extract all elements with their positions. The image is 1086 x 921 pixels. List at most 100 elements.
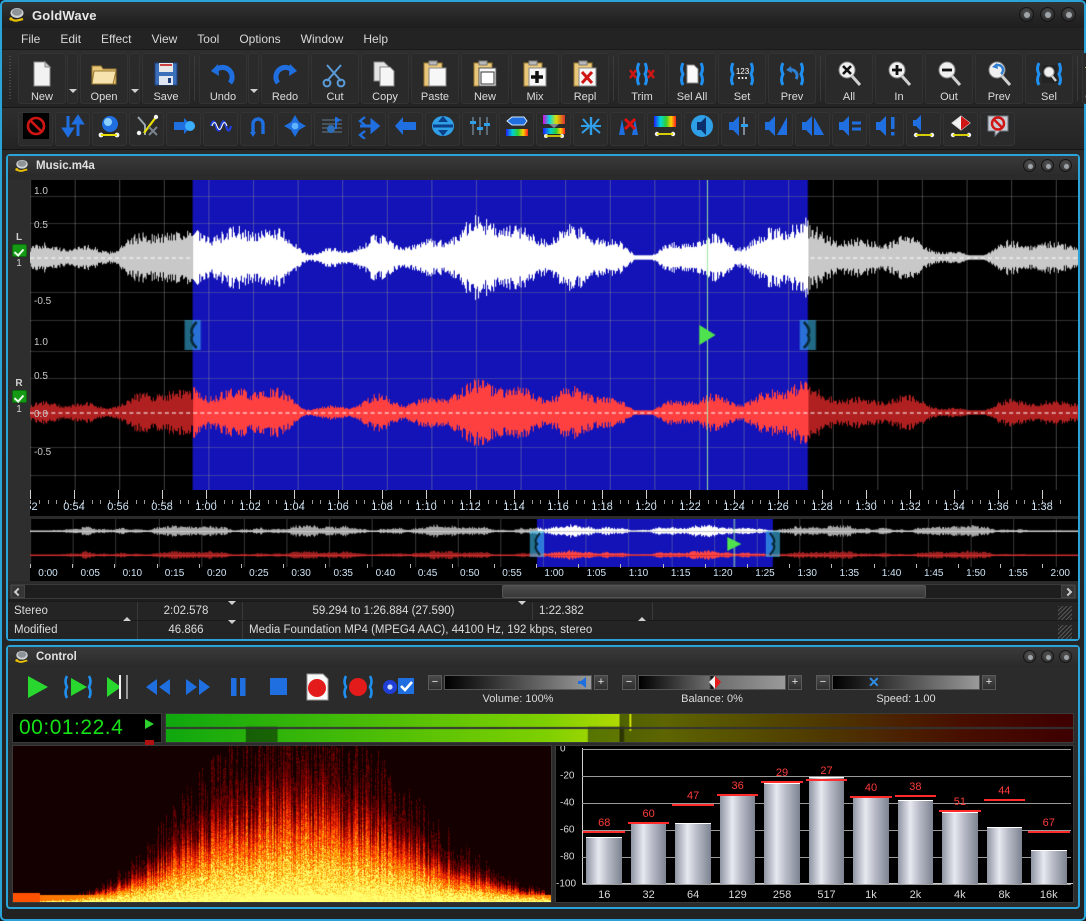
- filter-curve-button[interactable]: [129, 112, 164, 146]
- menu-effect[interactable]: Effect: [92, 29, 140, 49]
- speed-decrease-button[interactable]: −: [816, 675, 830, 690]
- menu-options[interactable]: Options: [230, 29, 289, 49]
- bandpass-button[interactable]: [647, 112, 682, 146]
- noise-reduction-button[interactable]: [573, 112, 608, 146]
- speed-slider-thumb[interactable]: ✕: [868, 676, 877, 689]
- undo-dropdown[interactable]: [248, 53, 259, 104]
- equalizer-button[interactable]: [462, 112, 497, 146]
- reverse-button[interactable]: [240, 112, 275, 146]
- record-new-button[interactable]: [298, 669, 338, 709]
- scroll-left-button[interactable]: [11, 585, 25, 598]
- rewind-button[interactable]: [138, 669, 178, 709]
- status-duration[interactable]: 2:02.578: [138, 602, 243, 620]
- volume-slider-thumb[interactable]: [578, 676, 587, 689]
- match-volume-button[interactable]: [832, 112, 867, 146]
- control-maximize-button[interactable]: [1041, 650, 1054, 663]
- status-selection-spinner[interactable]: [518, 605, 526, 617]
- mix-button[interactable]: Mix: [511, 53, 559, 104]
- control-close-button[interactable]: [1059, 650, 1072, 663]
- volume-increase-button[interactable]: +: [594, 675, 608, 690]
- scrollbar-track[interactable]: [25, 585, 1061, 598]
- cue-marker[interactable]: [951, 490, 965, 491]
- set-selection-button[interactable]: 123 Set: [718, 53, 766, 104]
- new-file-button[interactable]: New: [18, 53, 66, 104]
- offset-button[interactable]: [425, 112, 460, 146]
- pause-button[interactable]: [218, 669, 258, 709]
- open-file-button[interactable]: Open: [80, 53, 128, 104]
- paste-new-button[interactable]: New: [461, 53, 509, 104]
- document-close-button[interactable]: [1059, 159, 1072, 172]
- scrollbar-thumb[interactable]: [502, 585, 927, 598]
- fast-forward-button[interactable]: [178, 669, 218, 709]
- document-maximize-button[interactable]: [1041, 159, 1054, 172]
- volume-button[interactable]: [684, 112, 719, 146]
- time-ruler[interactable]: :520:540:560:581:001:021:041:061:081:101…: [30, 490, 1078, 516]
- volume-decrease-button[interactable]: −: [428, 675, 442, 690]
- channel-left-checkbox[interactable]: [12, 244, 27, 257]
- fade-in-button[interactable]: [758, 112, 793, 146]
- menu-tool[interactable]: Tool: [188, 29, 228, 49]
- pan-shape-button[interactable]: [943, 112, 978, 146]
- copy-button[interactable]: Copy: [361, 53, 409, 104]
- save-file-button[interactable]: Save: [142, 53, 190, 104]
- maximize-volume-button[interactable]: [869, 112, 904, 146]
- horizontal-scrollbar[interactable]: [10, 584, 1076, 599]
- balance-decrease-button[interactable]: −: [622, 675, 636, 690]
- time-warp-button[interactable]: [351, 112, 386, 146]
- channel-right[interactable]: R 1: [8, 378, 30, 415]
- menu-file[interactable]: File: [12, 29, 49, 49]
- control-minimize-button[interactable]: [1023, 650, 1036, 663]
- speed-slider-track[interactable]: ✕: [832, 675, 980, 690]
- compressor-button[interactable]: [277, 112, 312, 146]
- previous-selection-button[interactable]: Prev: [768, 53, 816, 104]
- invert-button[interactable]: [388, 112, 423, 146]
- reverb-button[interactable]: [203, 112, 238, 146]
- open-file-dropdown[interactable]: [129, 53, 140, 104]
- record-selection-button[interactable]: [338, 669, 378, 709]
- volume-shape-button[interactable]: [906, 112, 941, 146]
- no-effect-button[interactable]: [18, 112, 53, 146]
- resize-grip-2[interactable]: [1058, 625, 1072, 639]
- zoom-in-button[interactable]: In: [875, 53, 923, 104]
- volume-change-button[interactable]: [721, 112, 756, 146]
- menu-help[interactable]: Help: [354, 29, 397, 49]
- balance-slider-thumb[interactable]: [709, 676, 718, 689]
- flanger-button[interactable]: [166, 112, 201, 146]
- play-from-cursor-button[interactable]: [98, 669, 138, 709]
- fade-out-button[interactable]: [795, 112, 830, 146]
- play-all-button[interactable]: [18, 669, 58, 709]
- document-minimize-button[interactable]: [1023, 159, 1036, 172]
- cues-button[interactable]: Cues: [1082, 53, 1086, 104]
- time-display[interactable]: 00:01:22.4: [12, 713, 162, 743]
- stop-button[interactable]: [258, 669, 298, 709]
- zoom-out-button[interactable]: Out: [925, 53, 973, 104]
- zoom-selection-button[interactable]: Sel: [1025, 53, 1073, 104]
- cut-button[interactable]: Cut: [311, 53, 359, 104]
- channel-right-checkbox[interactable]: [12, 390, 27, 403]
- volume-slider-track[interactable]: [444, 675, 592, 690]
- scroll-right-button[interactable]: [1061, 585, 1075, 598]
- new-file-dropdown[interactable]: [67, 53, 78, 104]
- trim-button[interactable]: Trim: [618, 53, 666, 104]
- maximize-button[interactable]: [1040, 7, 1055, 22]
- status-cursor-spinner[interactable]: [638, 605, 646, 617]
- mute-button[interactable]: [980, 112, 1015, 146]
- status-selection-range[interactable]: 59.294 to 1:26.884 (27.590): [243, 602, 533, 620]
- undo-button[interactable]: Undo: [199, 53, 247, 104]
- echo-button[interactable]: [92, 112, 127, 146]
- spectrum-bar-graph[interactable]: 0-20-40-60-80-10068166032476436129292582…: [555, 745, 1074, 903]
- speed-increase-button[interactable]: +: [982, 675, 996, 690]
- dynamics-button[interactable]: [55, 112, 90, 146]
- menu-window[interactable]: Window: [292, 29, 353, 49]
- status-free-space-spinner[interactable]: [228, 624, 236, 636]
- pop-click-button[interactable]: [610, 112, 645, 146]
- waveform-canvas[interactable]: 1.0 0.5 0.0 -0.5 1.0 0.5 0.0 -0.5: [30, 180, 1078, 490]
- record-settings-button[interactable]: [378, 669, 418, 709]
- status-cursor-position[interactable]: 1:22.382: [533, 602, 653, 620]
- channel-left[interactable]: L 1: [8, 232, 30, 269]
- status-duration-spinner[interactable]: [228, 605, 236, 617]
- status-channels[interactable]: Stereo: [8, 602, 138, 620]
- zoom-previous-button[interactable]: Prev: [975, 53, 1023, 104]
- pitch-button[interactable]: [314, 112, 349, 146]
- minimize-button[interactable]: [1019, 7, 1034, 22]
